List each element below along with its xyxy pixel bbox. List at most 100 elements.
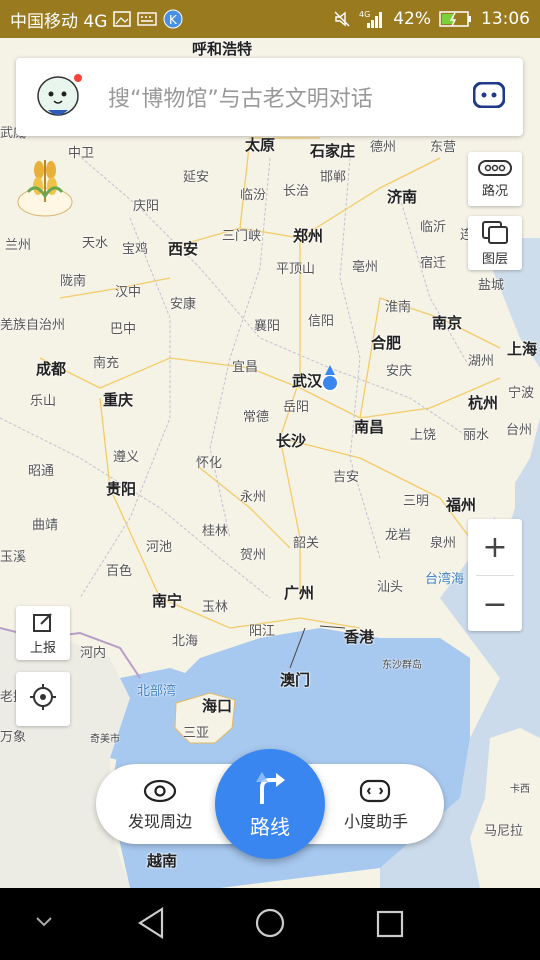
nearby-button[interactable]: 发现周边 xyxy=(128,778,192,832)
city-label: 淮南 xyxy=(385,300,412,315)
city-label: 马尼拉 xyxy=(484,824,524,839)
city-label: 龙岩 xyxy=(385,528,412,543)
zoom-control: + − xyxy=(468,519,522,631)
city-label: 香港 xyxy=(344,628,375,646)
zoom-out-button[interactable]: − xyxy=(468,576,522,632)
city-label: 济南 xyxy=(387,188,418,206)
status-bar: 中国移动 4G K 4G 42% 13:06 xyxy=(0,0,540,38)
traffic-icon xyxy=(478,159,512,180)
zoom-in-button[interactable]: + xyxy=(468,519,522,575)
city-label: 太原 xyxy=(245,136,276,154)
city-label: 玉林 xyxy=(202,600,229,615)
assistant-label: 小度助手 xyxy=(344,812,409,831)
city-label: 西安 xyxy=(168,240,199,258)
city-label: 常德 xyxy=(243,410,270,425)
image-icon xyxy=(113,11,132,27)
city-label: 安康 xyxy=(170,297,197,312)
route-button[interactable]: 路线 xyxy=(215,749,325,859)
traffic-label: 路况 xyxy=(481,183,508,199)
city-label: 百色 xyxy=(106,564,133,579)
hide-nav-chevron-icon[interactable] xyxy=(34,914,54,933)
city-label: 澳门 xyxy=(280,671,311,689)
city-label: 成都 xyxy=(36,360,67,378)
mascot-avatar-icon[interactable] xyxy=(34,70,84,124)
city-label: 宁波 xyxy=(508,386,535,401)
search-bar[interactable]: 搜“博物馆”与古老文明对话 xyxy=(16,58,523,136)
report-label: 上报 xyxy=(29,640,56,656)
battery-percent: 42% xyxy=(393,9,431,29)
city-label: 河内 xyxy=(80,646,107,661)
city-label: 万象 xyxy=(0,730,27,745)
city-label: 延安 xyxy=(183,170,210,185)
city-label: 广州 xyxy=(284,584,315,602)
city-label: 东沙群岛 xyxy=(382,660,422,671)
current-location-marker xyxy=(321,374,339,392)
city-label: 泉州 xyxy=(430,536,457,551)
city-label: 平顶山 xyxy=(276,262,316,277)
nearby-label: 发现周边 xyxy=(128,812,193,831)
city-label: 巴中 xyxy=(110,322,137,337)
city-label: 海口 xyxy=(202,697,233,715)
battery-icon xyxy=(439,10,473,28)
city-label: 南充 xyxy=(93,356,120,371)
city-label: 昭通 xyxy=(28,464,55,479)
city-label: 兰州 xyxy=(5,238,32,253)
k-app-icon: K xyxy=(163,9,183,29)
city-label: 奇美市 xyxy=(90,734,120,745)
locate-icon xyxy=(29,683,57,715)
locate-button[interactable] xyxy=(16,672,70,726)
route-arrow-icon xyxy=(250,768,290,811)
wheat-activity-icon[interactable] xyxy=(16,152,74,218)
city-label: 北海 xyxy=(172,634,199,649)
city-label: 东营 xyxy=(430,140,457,155)
svg-text:K: K xyxy=(169,13,178,27)
city-label: 三明 xyxy=(403,494,430,509)
assistant-button[interactable]: 小度助手 xyxy=(344,778,408,832)
city-label: 合肥 xyxy=(371,334,402,352)
city-label: 石家庄 xyxy=(310,142,356,160)
city-label: 南京 xyxy=(432,314,463,332)
traffic-button[interactable]: 路况 xyxy=(468,152,522,206)
city-label: 桂林 xyxy=(202,524,229,539)
city-label: 韶关 xyxy=(293,536,320,551)
city-label: 曲靖 xyxy=(32,518,59,533)
layers-button[interactable]: 图层 xyxy=(468,216,522,270)
clock: 13:06 xyxy=(481,9,530,29)
city-label: 吉安 xyxy=(333,470,360,485)
city-label: 贺州 xyxy=(240,548,267,563)
city-label: 德州 xyxy=(370,140,397,155)
mute-icon xyxy=(333,10,351,28)
city-label: 遵义 xyxy=(113,450,140,465)
city-label: 武汉 xyxy=(292,372,323,390)
home-icon[interactable] xyxy=(254,906,286,944)
layers-icon xyxy=(481,220,509,248)
recent-apps-icon[interactable] xyxy=(376,910,404,942)
city-label: 羌族自治州 xyxy=(0,318,66,333)
city-label: 阳江 xyxy=(249,624,276,639)
eye-icon xyxy=(143,778,177,808)
carrier-label: 中国移动 4G xyxy=(10,11,108,32)
city-label: 三门峡 xyxy=(222,229,262,244)
city-label: 怀化 xyxy=(196,456,223,471)
city-label: 永州 xyxy=(240,490,267,505)
keyboard-icon xyxy=(137,12,158,26)
city-label: 汉中 xyxy=(115,285,142,300)
voice-assistant-icon[interactable] xyxy=(472,81,506,112)
city-label: 湖州 xyxy=(468,354,495,369)
city-label: 呼和浩特 xyxy=(192,40,253,58)
signal-type-label: 4G xyxy=(359,10,370,19)
city-label: 乐山 xyxy=(30,394,57,409)
city-label: 杭州 xyxy=(468,394,499,412)
search-placeholder[interactable]: 搜“博物馆”与古老文明对话 xyxy=(108,81,473,113)
city-label: 南宁 xyxy=(152,592,183,610)
back-icon[interactable] xyxy=(136,906,166,944)
city-label: 丽水 xyxy=(463,428,490,443)
route-label: 路线 xyxy=(250,815,290,839)
report-button[interactable]: 上报 xyxy=(16,606,70,660)
city-label: 三亚 xyxy=(183,726,210,741)
city-label: 台湾海 xyxy=(425,572,465,587)
city-label: 卡西 xyxy=(510,784,530,795)
city-label: 安庆 xyxy=(386,364,413,379)
city-label: 郑州 xyxy=(293,227,324,245)
city-label: 贵阳 xyxy=(106,480,137,498)
